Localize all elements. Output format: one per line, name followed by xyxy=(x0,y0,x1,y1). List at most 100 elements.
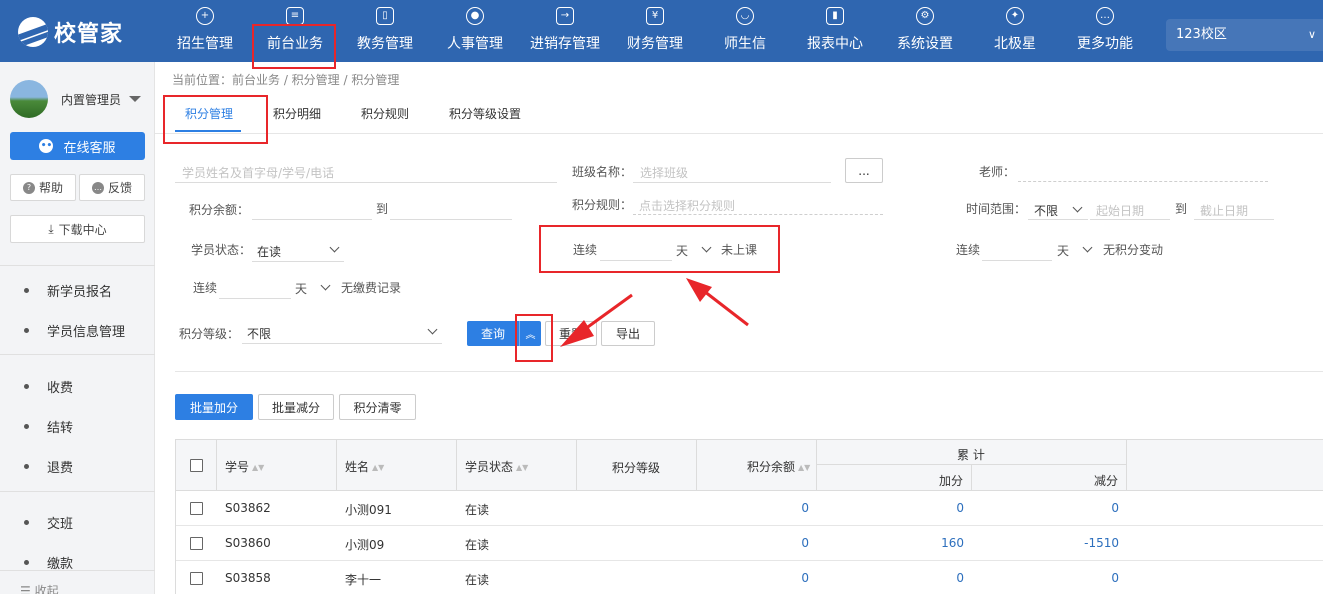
nav-label: 财务管理 xyxy=(627,36,683,52)
campus-selector[interactable]: 123校区 ∨ xyxy=(1166,19,1323,51)
cell-subtract[interactable]: -1510 xyxy=(972,536,1119,550)
report-icon: ▮ xyxy=(826,7,844,25)
sidebar-item-new-enrollment[interactable]: 新学员报名 xyxy=(24,281,112,300)
sidebar-item-student-info[interactable]: 学员信息管理 xyxy=(24,321,125,340)
class-picker-button[interactable]: ... xyxy=(845,158,883,183)
nav-item-academic[interactable]: ▯ 教务管理 xyxy=(340,0,430,62)
help-button[interactable]: ? 帮助 xyxy=(10,174,76,201)
cell-add[interactable]: 160 xyxy=(817,536,964,550)
student-search-input[interactable]: 学员姓名及首字母/学号/电话 xyxy=(182,164,334,181)
bullet-icon xyxy=(24,424,29,429)
app-logo[interactable]: 校管家 xyxy=(18,16,123,48)
sort-icon: ▲▼ xyxy=(516,462,529,472)
nav-item-settings[interactable]: ⚙ 系统设置 xyxy=(880,0,970,62)
clear-points-button[interactable]: 积分清零 xyxy=(339,394,416,420)
batch-add-button[interactable]: 批量加分 xyxy=(175,394,253,420)
chevron-down-icon[interactable] xyxy=(1082,242,1093,253)
tab-points-rules[interactable]: 积分规则 xyxy=(361,105,409,122)
nav-item-hr[interactable]: ● 人事管理 xyxy=(430,0,520,62)
row-checkbox[interactable] xyxy=(190,537,203,550)
col-divider xyxy=(576,439,577,490)
input-underline xyxy=(242,343,442,344)
sidebar-item-charge[interactable]: 收费 xyxy=(24,377,73,396)
col-header-label: 学员状态 xyxy=(465,460,514,474)
chevron-down-icon[interactable] xyxy=(701,242,712,253)
input-underline xyxy=(252,261,344,262)
user-profile[interactable]: 内置管理员 xyxy=(10,80,142,118)
sidebar-item-carryover[interactable]: 结转 xyxy=(24,417,73,436)
campus-label: 123校区 xyxy=(1176,27,1227,42)
cell-add[interactable]: 0 xyxy=(817,571,964,585)
tab-points-management[interactable]: 积分管理 xyxy=(185,105,233,122)
nav-item-more[interactable]: … 更多功能 xyxy=(1060,0,1150,62)
cell-balance[interactable]: 0 xyxy=(696,571,809,585)
nav-item-finance[interactable]: ¥ 财务管理 xyxy=(610,0,700,62)
end-date-input[interactable]: 截止日期 xyxy=(1200,202,1248,219)
class-select[interactable]: 选择班级 xyxy=(640,164,688,181)
nav-item-polaris[interactable]: ✦ 北极星 xyxy=(970,0,1060,62)
nav-item-enrollment[interactable]: + 招生管理 xyxy=(160,0,250,62)
nav-item-inventory[interactable]: → 进销存管理 xyxy=(520,0,610,62)
tab-points-detail[interactable]: 积分明细 xyxy=(273,105,321,122)
status-select[interactable]: 在读 xyxy=(257,243,281,260)
col-header-id[interactable]: 学号 ▲▼ xyxy=(225,458,264,475)
tab-points-level-settings[interactable]: 积分等级设置 xyxy=(449,105,521,122)
col-divider xyxy=(696,439,697,490)
cell-name[interactable]: 小测09 xyxy=(345,536,384,553)
row-checkbox[interactable] xyxy=(190,502,203,515)
time-range-select[interactable]: 不限 xyxy=(1034,202,1058,219)
no-payment-days-input[interactable] xyxy=(219,298,291,299)
select-all-checkbox[interactable] xyxy=(190,459,203,472)
sidebar-item-refund[interactable]: 退费 xyxy=(24,457,73,476)
no-change-days-input[interactable] xyxy=(982,260,1052,261)
reset-button[interactable]: 重置 xyxy=(545,321,597,346)
chevron-down-icon: ∨ xyxy=(1307,28,1316,41)
teacher-input[interactable] xyxy=(1018,181,1268,182)
breadcrumb: 当前位置：前台业务 / 积分管理 / 积分管理 xyxy=(172,73,400,87)
col-header-name[interactable]: 姓名 ▲▼ xyxy=(345,458,384,475)
cell-subtract[interactable]: 0 xyxy=(972,501,1119,515)
time-range-label: 时间范围： xyxy=(966,202,1027,216)
cell-name[interactable]: 李十一 xyxy=(345,571,381,588)
user-name: 内置管理员 xyxy=(61,92,122,107)
query-button[interactable]: 查询 ︽ xyxy=(467,321,541,346)
row-divider xyxy=(175,560,1323,561)
cell-balance[interactable]: 0 xyxy=(696,536,809,550)
feedback-button[interactable]: … 反馈 xyxy=(79,174,145,201)
level-select[interactable]: 不限 xyxy=(247,325,271,342)
nav-item-front-desk[interactable]: ≡ 前台业务 xyxy=(250,0,340,62)
no-class-days-input[interactable] xyxy=(600,260,672,261)
input-underline xyxy=(1194,219,1274,220)
input-underline xyxy=(1028,219,1088,220)
cell-balance[interactable]: 0 xyxy=(696,501,809,515)
chevron-down-icon[interactable] xyxy=(320,280,331,291)
rule-select[interactable]: 点击选择积分规则 xyxy=(639,197,735,214)
collapse-button[interactable]: ☰ 收起 xyxy=(20,582,59,594)
batch-subtract-button[interactable]: 批量减分 xyxy=(258,394,334,420)
divider xyxy=(0,265,155,266)
nav-item-messages[interactable]: ◡ 师生信 xyxy=(700,0,790,62)
balance-min-input[interactable] xyxy=(252,219,372,220)
day-label: 天 xyxy=(295,282,308,296)
col-header-level: 积分等级 xyxy=(612,461,661,475)
col-header-add: 加分 xyxy=(939,474,964,488)
balance-max-input[interactable] xyxy=(390,219,512,220)
sidebar-item-handover[interactable]: 交班 xyxy=(24,513,73,532)
sidebar: 内置管理员 •• 在线客服 ? 帮助 … 反馈 ⤓ 下载中心 新学员报名 学员信… xyxy=(0,62,155,594)
col-header-balance[interactable]: 积分余额 ▲▼ xyxy=(747,458,810,475)
row-checkbox[interactable] xyxy=(190,572,203,585)
cell-name[interactable]: 小测091 xyxy=(345,501,392,518)
download-center-button[interactable]: ⤓ 下载中心 xyxy=(10,215,145,243)
nav-item-reports[interactable]: ▮ 报表中心 xyxy=(790,0,880,62)
cell-add[interactable]: 0 xyxy=(817,501,964,515)
col-header-status[interactable]: 学员状态 ▲▼ xyxy=(465,458,528,475)
expand-toggle-icon[interactable]: ︽ xyxy=(519,321,541,346)
input-underline xyxy=(633,214,883,215)
no-change-label: 无积分变动 xyxy=(1103,243,1164,257)
export-button[interactable]: 导出 xyxy=(601,321,655,346)
start-date-input[interactable]: 起始日期 xyxy=(1096,202,1144,219)
cell-subtract[interactable]: 0 xyxy=(972,571,1119,585)
status-label: 学员状态： xyxy=(191,243,252,257)
book-icon: ▯ xyxy=(376,7,394,25)
online-service-button[interactable]: •• 在线客服 xyxy=(10,132,145,160)
